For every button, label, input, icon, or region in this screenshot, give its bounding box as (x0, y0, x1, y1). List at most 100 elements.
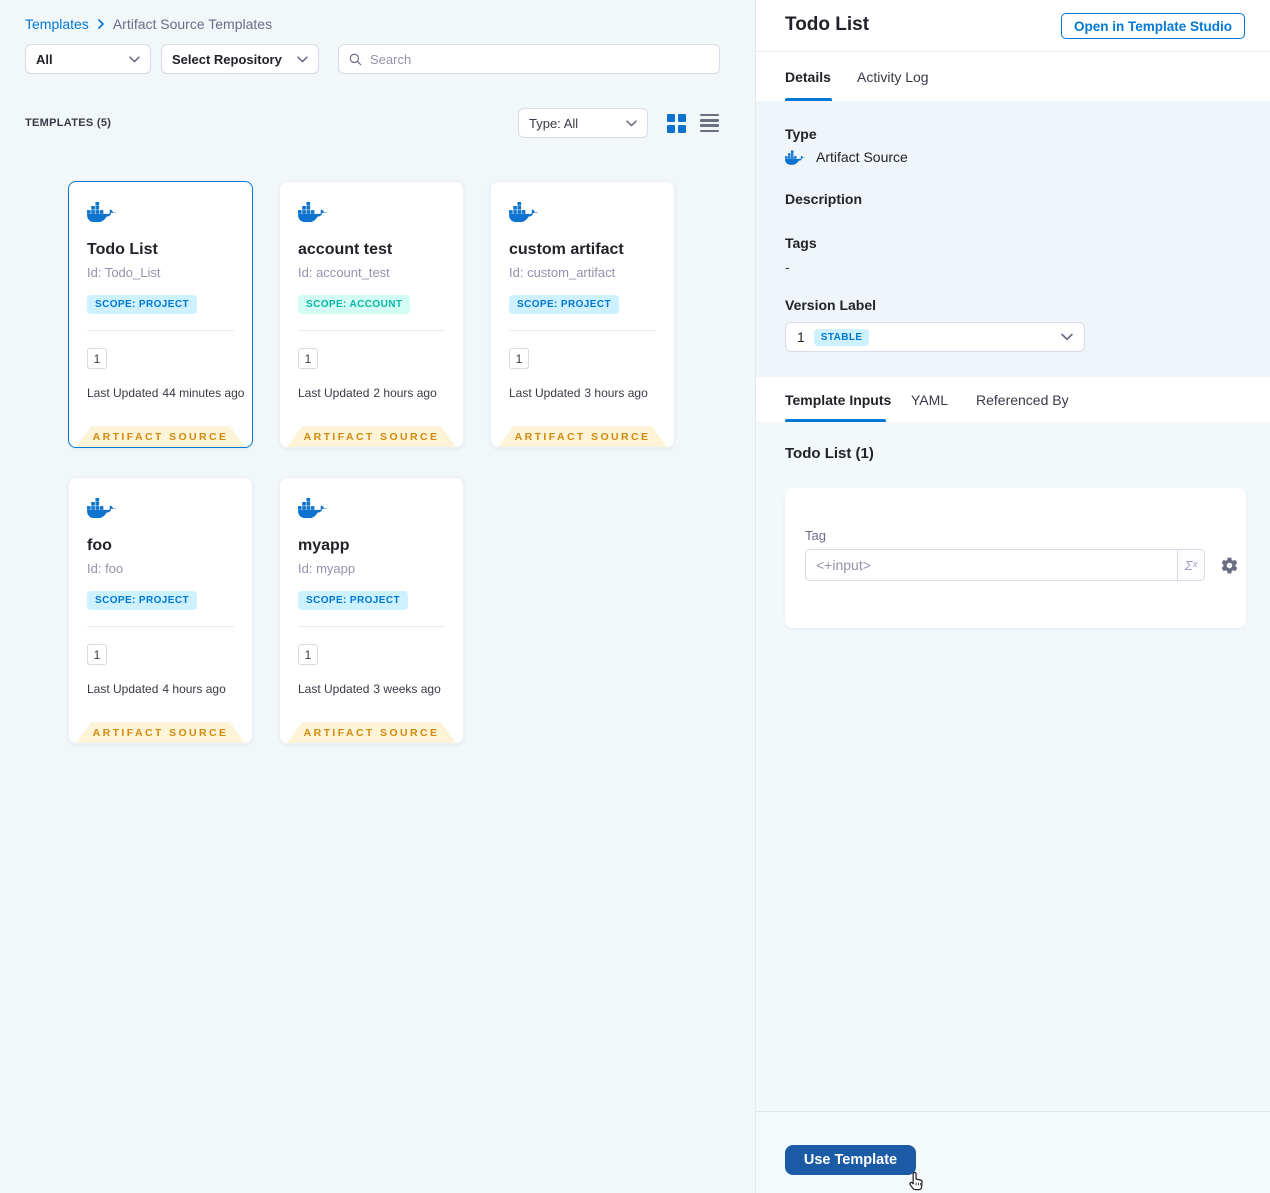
view-toggles (667, 113, 719, 133)
template-card-custom-artifact[interactable]: custom artifact Id: custom_artifact SCOP… (490, 181, 675, 448)
tag-input-row: Σˣ (805, 549, 1239, 581)
templates-count-label: TEMPLATES (5) (25, 117, 112, 129)
card-id: Id: account_test (298, 265, 390, 280)
card-divider (298, 626, 445, 627)
card-divider (87, 330, 234, 331)
artifact-source-ribbon: ARTIFACT SOURCE (76, 426, 245, 447)
expression-sigma-button[interactable]: Σˣ (1177, 550, 1204, 580)
list-header: TEMPLATES (5) Type: All (25, 108, 719, 138)
template-card-foo[interactable]: foo Id: foo SCOPE: PROJECT 1 Last Update… (68, 477, 253, 744)
details-tab-bar: Details Activity Log (756, 52, 1270, 101)
card-title: custom artifact (509, 241, 624, 258)
artifact-source-ribbon: ARTIFACT SOURCE (287, 722, 456, 743)
tag-settings-button[interactable] (1220, 556, 1239, 575)
scope-badge: SCOPE: PROJECT (298, 591, 408, 610)
open-in-template-studio-button[interactable]: Open in Template Studio (1060, 13, 1245, 39)
breadcrumb-current: Artifact Source Templates (112, 16, 273, 32)
templates-page: Templates Artifact Source Templates All … (0, 0, 1270, 1193)
tab-yaml[interactable]: YAML (911, 377, 948, 422)
card-divider (509, 330, 656, 331)
version-label-dropdown[interactable]: 1 STABLE (785, 322, 1085, 352)
version-count-badge: 1 (87, 348, 107, 369)
gear-icon (1221, 557, 1238, 573)
breadcrumb: Templates Artifact Source Templates (25, 16, 272, 32)
last-updated-value: 4 hours ago (162, 682, 226, 696)
version-count-badge: 1 (509, 348, 529, 369)
last-updated: Last Updated 2 hours ago (298, 386, 437, 400)
last-updated: Last Updated 3 hours ago (509, 386, 648, 400)
search-icon (349, 53, 362, 65)
card-id: Id: Todo_List (87, 265, 161, 280)
last-updated-value: 2 hours ago (373, 386, 437, 400)
last-updated-label: Last Updated (509, 386, 581, 400)
tag-input[interactable] (806, 550, 1177, 580)
scope-filter-dropdown[interactable]: All (25, 44, 151, 74)
panel-title: Todo List (785, 14, 870, 35)
list-view-icon[interactable] (700, 113, 719, 133)
template-inputs-section: Todo List (1) Tag Σˣ (756, 422, 1270, 1111)
tag-label: Tag (805, 528, 826, 543)
chevron-down-icon (626, 119, 637, 126)
tags-value: - (785, 259, 790, 275)
scope-badge: SCOPE: PROJECT (509, 295, 619, 314)
docker-icon (509, 202, 539, 222)
scope-badge: SCOPE: ACCOUNT (298, 295, 411, 314)
card-id: Id: custom_artifact (509, 265, 616, 280)
grid-view-icon[interactable] (667, 113, 686, 133)
tab-details[interactable]: Details (785, 52, 831, 101)
last-updated-label: Last Updated (298, 682, 370, 696)
scope-badge: SCOPE: PROJECT (87, 295, 197, 314)
type-filter-dropdown[interactable]: Type: All (518, 108, 648, 138)
docker-icon (298, 202, 328, 222)
description-label: Description (785, 191, 863, 207)
artifact-source-ribbon: ARTIFACT SOURCE (287, 426, 456, 447)
card-id: Id: foo (87, 561, 124, 576)
card-divider (87, 626, 234, 627)
template-card-account-test[interactable]: account test Id: account_test SCOPE: ACC… (279, 181, 464, 448)
card-title: foo (87, 537, 112, 554)
stable-badge: STABLE (813, 328, 870, 346)
repository-filter-value: Select Repository (172, 51, 282, 67)
search-input[interactable] (370, 51, 710, 67)
version-number: 1 (797, 329, 805, 345)
version-count-badge: 1 (298, 348, 318, 369)
last-updated-label: Last Updated (298, 386, 370, 400)
card-title: account test (298, 241, 393, 258)
tab-template-inputs[interactable]: Template Inputs (785, 377, 891, 422)
use-template-button[interactable]: Use Template (785, 1145, 916, 1175)
last-updated: Last Updated 3 weeks ago (298, 682, 441, 696)
details-footer: Use Template (756, 1111, 1270, 1193)
last-updated-label: Last Updated (87, 386, 159, 400)
version-label: Version Label (785, 297, 877, 313)
last-updated: Last Updated 4 hours ago (87, 682, 226, 696)
tab-activity-log[interactable]: Activity Log (857, 52, 929, 101)
filter-row: All Select Repository (25, 44, 720, 74)
repository-filter-dropdown[interactable]: Select Repository (161, 44, 319, 74)
template-card-myapp[interactable]: myapp Id: myapp SCOPE: PROJECT 1 Last Up… (279, 477, 464, 744)
template-cards-grid: Todo List Id: Todo_List SCOPE: PROJECT 1… (68, 181, 675, 744)
breadcrumb-templates-link[interactable]: Templates (25, 16, 89, 32)
artifact-source-ribbon: ARTIFACT SOURCE (498, 426, 667, 447)
type-value-row: Artifact Source (785, 149, 908, 165)
inputs-card: Tag Σˣ (785, 488, 1246, 628)
card-divider (298, 330, 445, 331)
docker-icon (87, 202, 117, 222)
scope-badge: SCOPE: PROJECT (87, 591, 197, 610)
last-updated-label: Last Updated (87, 682, 159, 696)
template-card-todo-list[interactable]: Todo List Id: Todo_List SCOPE: PROJECT 1… (68, 181, 253, 448)
last-updated-value: 44 minutes ago (162, 386, 245, 400)
tags-label: Tags (785, 235, 817, 251)
docker-icon (298, 498, 328, 518)
chevron-down-icon (297, 55, 308, 62)
tab-referenced-by[interactable]: Referenced By (976, 377, 1069, 422)
chevron-down-icon (129, 55, 140, 62)
inner-tab-bar: Template Inputs YAML Referenced By (756, 377, 1270, 422)
type-label: Type (785, 126, 817, 142)
details-section: Type Artifact Source Description Tags - … (756, 101, 1270, 377)
last-updated-value: 3 weeks ago (373, 682, 441, 696)
template-list-panel: Templates Artifact Source Templates All … (0, 0, 755, 1193)
search-box (338, 44, 720, 74)
docker-icon (87, 498, 117, 518)
inputs-heading: Todo List (1) (785, 445, 874, 462)
scope-filter-value: All (36, 51, 53, 67)
